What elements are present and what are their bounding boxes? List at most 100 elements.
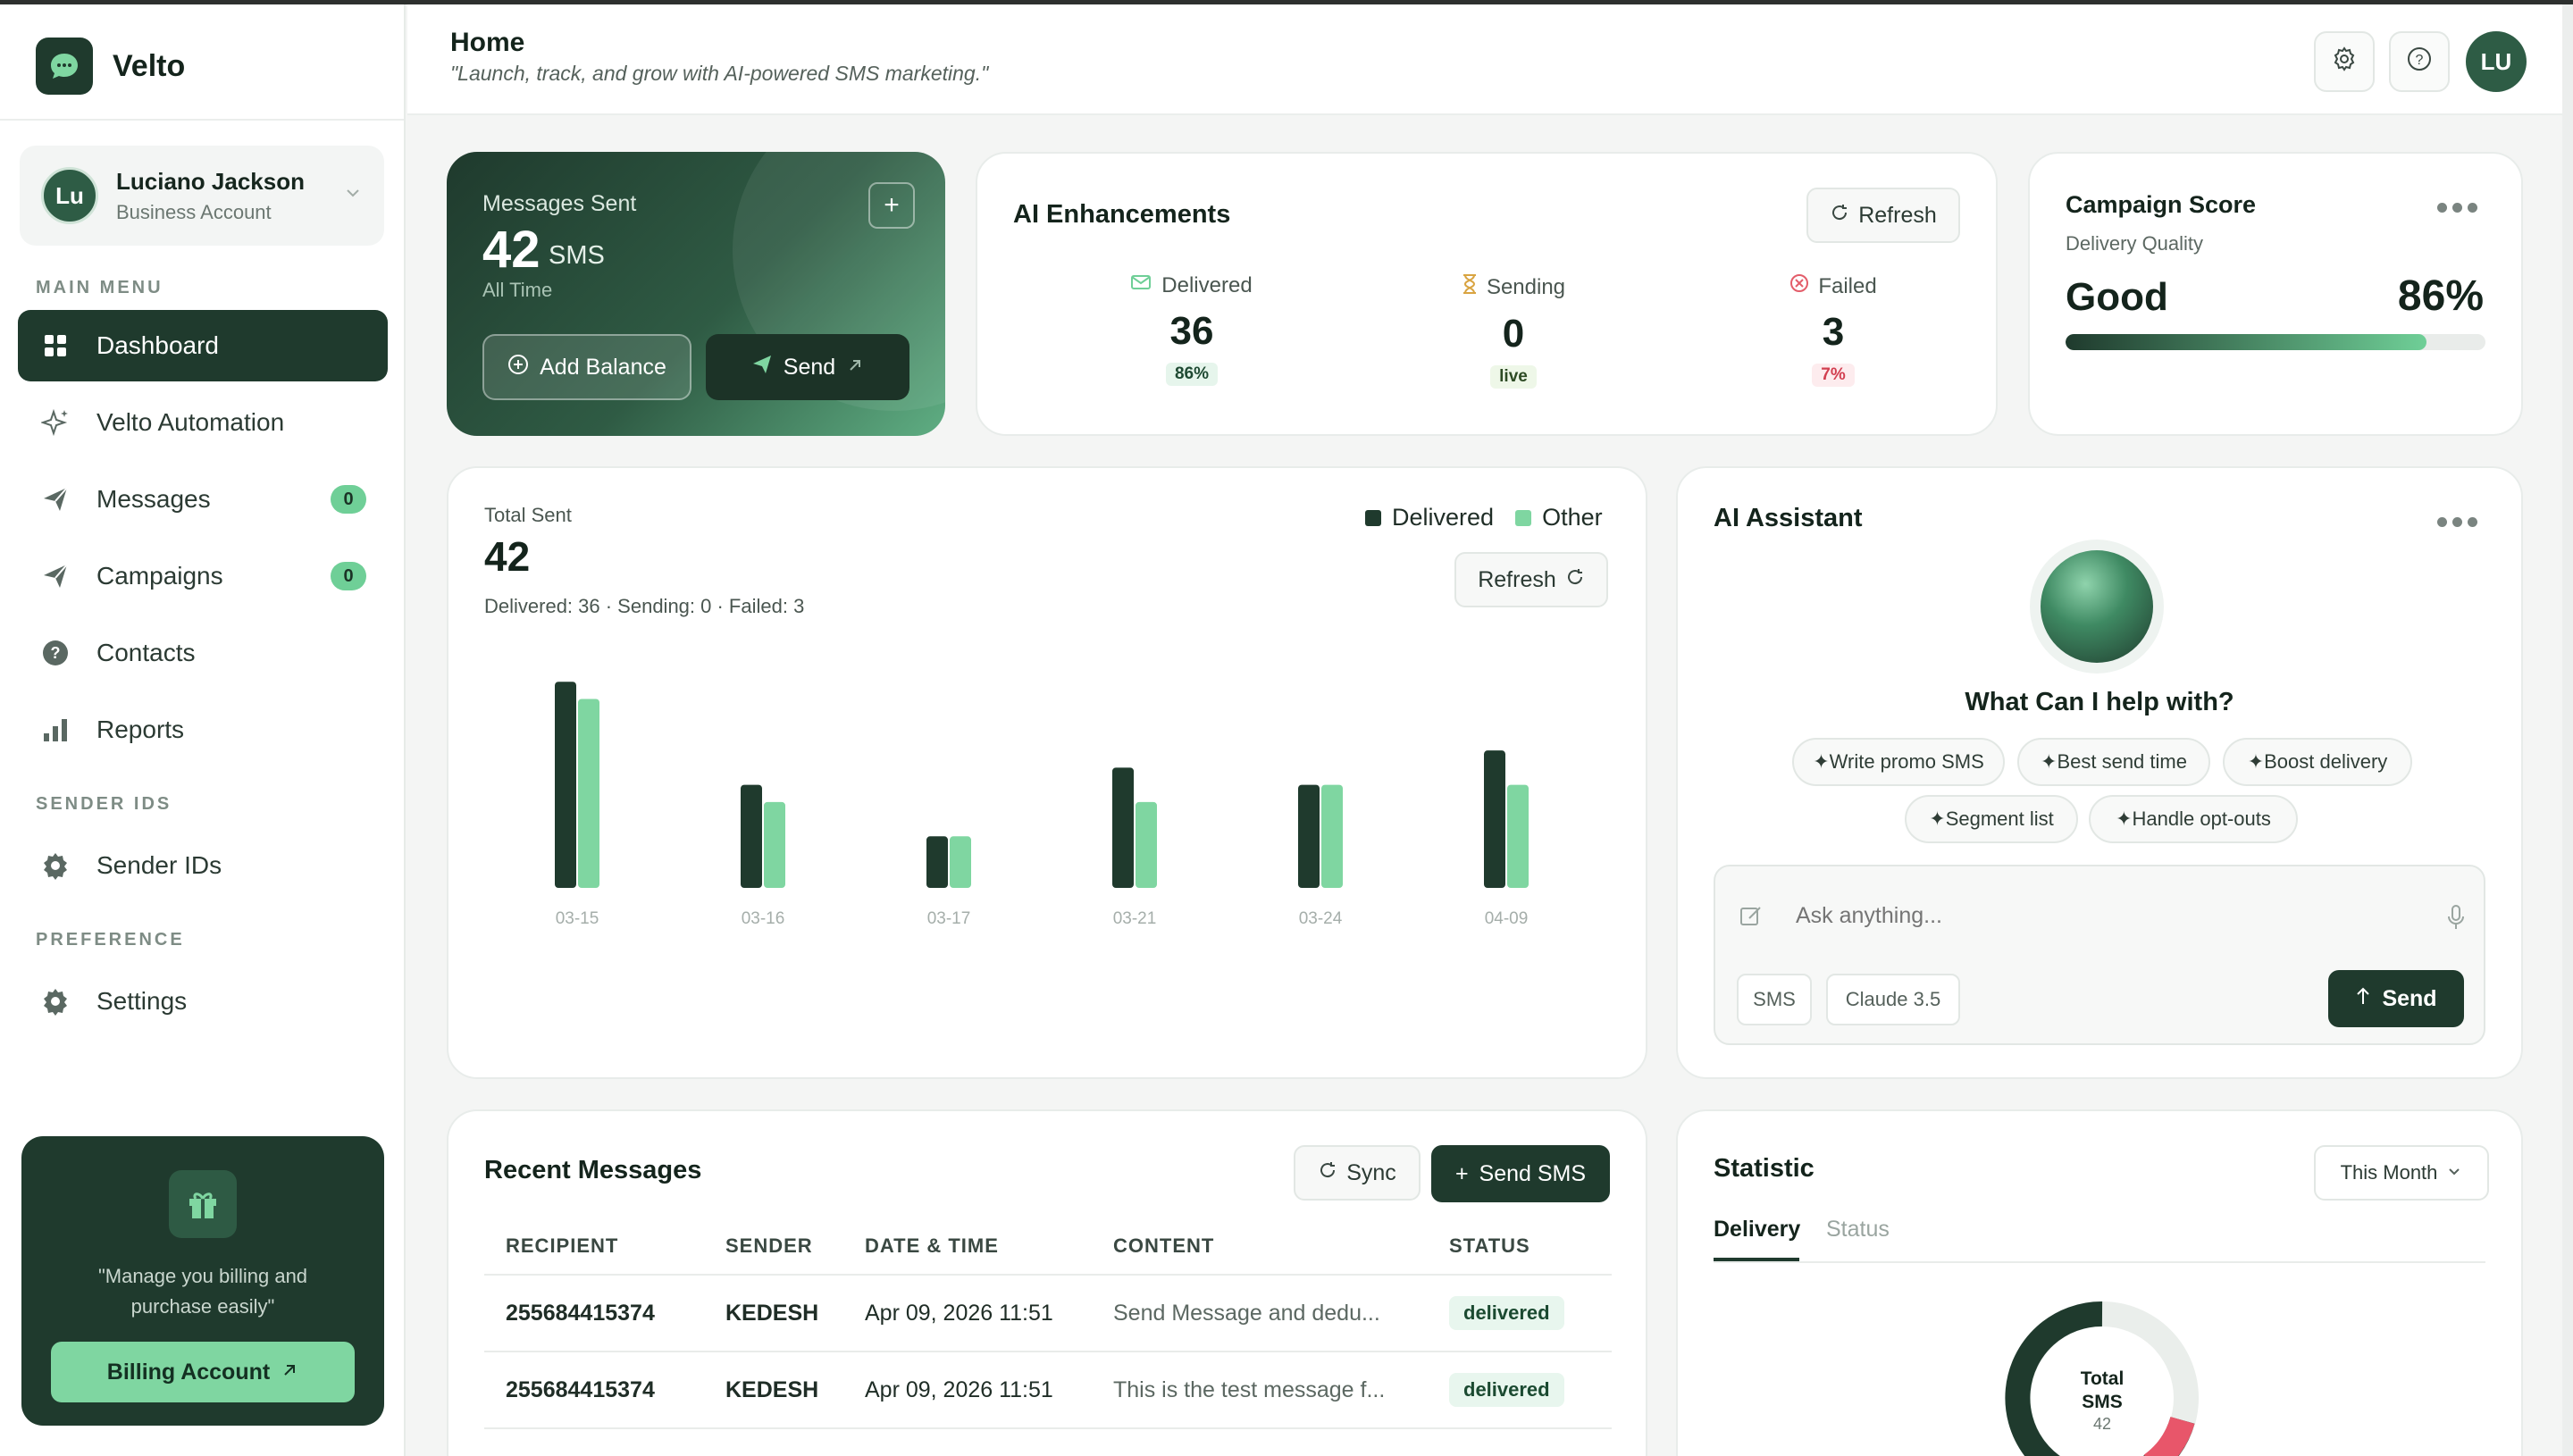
send-button[interactable]: Send bbox=[706, 334, 909, 400]
add-button[interactable]: + bbox=[868, 182, 915, 229]
sidebar-item-dashboard[interactable]: Dashboard bbox=[18, 310, 388, 381]
billing-account-button[interactable]: Billing Account bbox=[51, 1342, 355, 1402]
tab-status[interactable]: Status bbox=[1826, 1217, 1890, 1243]
donut-label-sms: SMS bbox=[2082, 1392, 2123, 1412]
card-subtitle: Delivery Quality bbox=[2066, 232, 2204, 255]
bar-other-03-16[interactable] bbox=[764, 801, 785, 888]
bar-other-03-21[interactable] bbox=[1136, 801, 1157, 888]
help-button[interactable]: ? bbox=[2389, 31, 2450, 92]
suggestion-chip[interactable]: ✦ Handle opt-outs bbox=[2089, 795, 2298, 843]
model-selector[interactable]: Claude 3.5 bbox=[1826, 974, 1960, 1025]
stat-tag: live bbox=[1490, 365, 1537, 389]
chart-legend: Delivered Other bbox=[1365, 504, 1603, 531]
user-avatar[interactable]: LU bbox=[2466, 31, 2527, 92]
button-label: Send bbox=[783, 354, 836, 380]
bar-other-04-09[interactable] bbox=[1507, 784, 1529, 888]
table-row[interactable]: 255684415374 KEDESH Apr 09, 2026 11:51 S… bbox=[484, 1276, 1612, 1352]
more-options-icon[interactable] bbox=[2437, 517, 2477, 527]
stat-value: 0 bbox=[1502, 312, 1525, 356]
recipient: 255684415374 bbox=[506, 1300, 655, 1326]
chevron-down-icon bbox=[2446, 1161, 2462, 1184]
suggestion-chip[interactable]: ✦ Boost delivery bbox=[2223, 738, 2412, 786]
sidebar-item-label: Settings bbox=[96, 987, 188, 1015]
chip-label: Best send time bbox=[2057, 750, 2187, 773]
sparkle-icon: ✦ bbox=[1813, 750, 1830, 773]
scrollbar[interactable] bbox=[2562, 4, 2573, 1456]
account-type: Business Account bbox=[116, 200, 272, 223]
suggestion-chip[interactable]: ✦ Segment list bbox=[1905, 795, 2078, 843]
gear-icon bbox=[39, 849, 71, 882]
plus-icon: + bbox=[884, 190, 900, 220]
sidebar-item-campaigns[interactable]: Campaigns 0 bbox=[18, 540, 388, 612]
send-sms-button[interactable]: + Send SMS bbox=[1431, 1145, 1610, 1202]
suggestion-chip[interactable]: ✦ Best send time bbox=[2017, 738, 2210, 786]
chart-refresh-button[interactable]: Refresh bbox=[1454, 552, 1608, 607]
refresh-icon bbox=[1565, 567, 1585, 593]
add-balance-button[interactable]: Add Balance bbox=[482, 334, 691, 400]
send-icon bbox=[751, 354, 773, 381]
channel-tag[interactable]: SMS bbox=[1737, 974, 1812, 1025]
sidebar-item-label: Reports bbox=[96, 715, 185, 743]
chart-total: 42 bbox=[484, 533, 531, 580]
sender: KEDESH bbox=[725, 1300, 819, 1326]
statistic-card: Statistic This Month Delivery Status Tot… bbox=[1676, 1109, 2523, 1456]
sidebar-item-label: Campaigns bbox=[96, 562, 223, 590]
microphone-icon[interactable] bbox=[2446, 904, 2466, 937]
sidebar: Velto Lu Luciano Jackson Business Accoun… bbox=[0, 4, 406, 1456]
recent-messages-card: Recent Messages Sync + Send SMS RECIPIEN… bbox=[447, 1109, 1647, 1456]
ask-input[interactable] bbox=[1796, 893, 2385, 938]
more-options-icon[interactable] bbox=[2437, 203, 2477, 213]
sync-button[interactable]: Sync bbox=[1294, 1145, 1421, 1201]
tab-delivery[interactable]: Delivery bbox=[1714, 1217, 1800, 1243]
brand-name: Velto bbox=[113, 48, 186, 83]
bar-other-03-17[interactable] bbox=[950, 836, 971, 888]
brand[interactable]: Velto bbox=[36, 37, 185, 96]
tab-divider bbox=[1714, 1261, 2485, 1263]
sidebar-item-settings[interactable]: Settings bbox=[18, 966, 388, 1037]
score-progress-fill bbox=[2066, 334, 2427, 350]
assistant-send-button[interactable]: Send bbox=[2328, 970, 2464, 1027]
bar-other-03-24[interactable] bbox=[1321, 784, 1343, 888]
messages-sent-value: 42 bbox=[482, 221, 541, 279]
bar-delivered-03-15[interactable] bbox=[555, 682, 576, 888]
dropdown-value: This Month bbox=[2340, 1161, 2438, 1184]
plus-icon: + bbox=[1454, 1160, 1469, 1186]
sidebar-item-contacts[interactable]: ? Contacts bbox=[18, 617, 388, 689]
account-switcher[interactable]: Lu Luciano Jackson Business Account bbox=[20, 146, 384, 246]
suggestion-chip[interactable]: ✦ Write promo SMS bbox=[1792, 738, 2005, 786]
bar-chart-icon bbox=[39, 714, 71, 746]
sidebar-item-velto-automation[interactable]: Velto Automation bbox=[18, 387, 388, 458]
button-label: Refresh bbox=[1858, 202, 1937, 228]
refresh-button[interactable]: Refresh bbox=[1806, 188, 1960, 243]
table-row[interactable]: 255684415374 KEDESH Apr 09, 2026 11:51 T… bbox=[484, 1352, 1612, 1429]
period-dropdown[interactable]: This Month bbox=[2314, 1145, 2489, 1201]
column-header: STATUS bbox=[1449, 1234, 1530, 1257]
edit-icon bbox=[1739, 904, 1764, 935]
page-subtitle: "Launch, track, and grow with AI-powered… bbox=[450, 62, 989, 85]
stat-label: Sending bbox=[1486, 274, 1566, 299]
bar-delivered-03-17[interactable] bbox=[926, 836, 948, 888]
promo-text: "Manage you billing and purchase easily" bbox=[97, 1265, 308, 1318]
assistant-orb bbox=[2030, 540, 2164, 674]
donut-value: 42 bbox=[2093, 1415, 2111, 1433]
bar-delivered-03-16[interactable] bbox=[741, 784, 762, 888]
send-icon bbox=[39, 560, 71, 592]
stat-delivered: Delivered 36 86% bbox=[1085, 273, 1299, 386]
bar-delivered-03-24[interactable] bbox=[1298, 784, 1320, 888]
datetime: Apr 09, 2026 11:51 bbox=[865, 1300, 1053, 1326]
x-tick-label: 03-21 bbox=[1113, 909, 1157, 928]
settings-button[interactable] bbox=[2314, 31, 2375, 92]
sidebar-item-messages[interactable]: Messages 0 bbox=[18, 464, 388, 535]
bar-delivered-04-09[interactable] bbox=[1484, 750, 1505, 888]
header: Home "Launch, track, and grow with AI-po… bbox=[407, 4, 2573, 115]
table-header: RECIPIENT SENDER DATE & TIME CONTENT STA… bbox=[484, 1218, 1612, 1276]
sidebar-item-sender-ids[interactable]: Sender IDs bbox=[18, 830, 388, 901]
stat-label: Failed bbox=[1818, 273, 1877, 298]
x-tick-label: 03-17 bbox=[927, 909, 971, 928]
sidebar-item-reports[interactable]: Reports bbox=[18, 694, 388, 766]
bar-delivered-03-21[interactable] bbox=[1112, 767, 1134, 888]
count-badge: 0 bbox=[331, 562, 366, 590]
score-progress-bar bbox=[2066, 334, 2485, 350]
x-circle-icon bbox=[1789, 273, 1809, 299]
bar-other-03-15[interactable] bbox=[578, 699, 599, 888]
